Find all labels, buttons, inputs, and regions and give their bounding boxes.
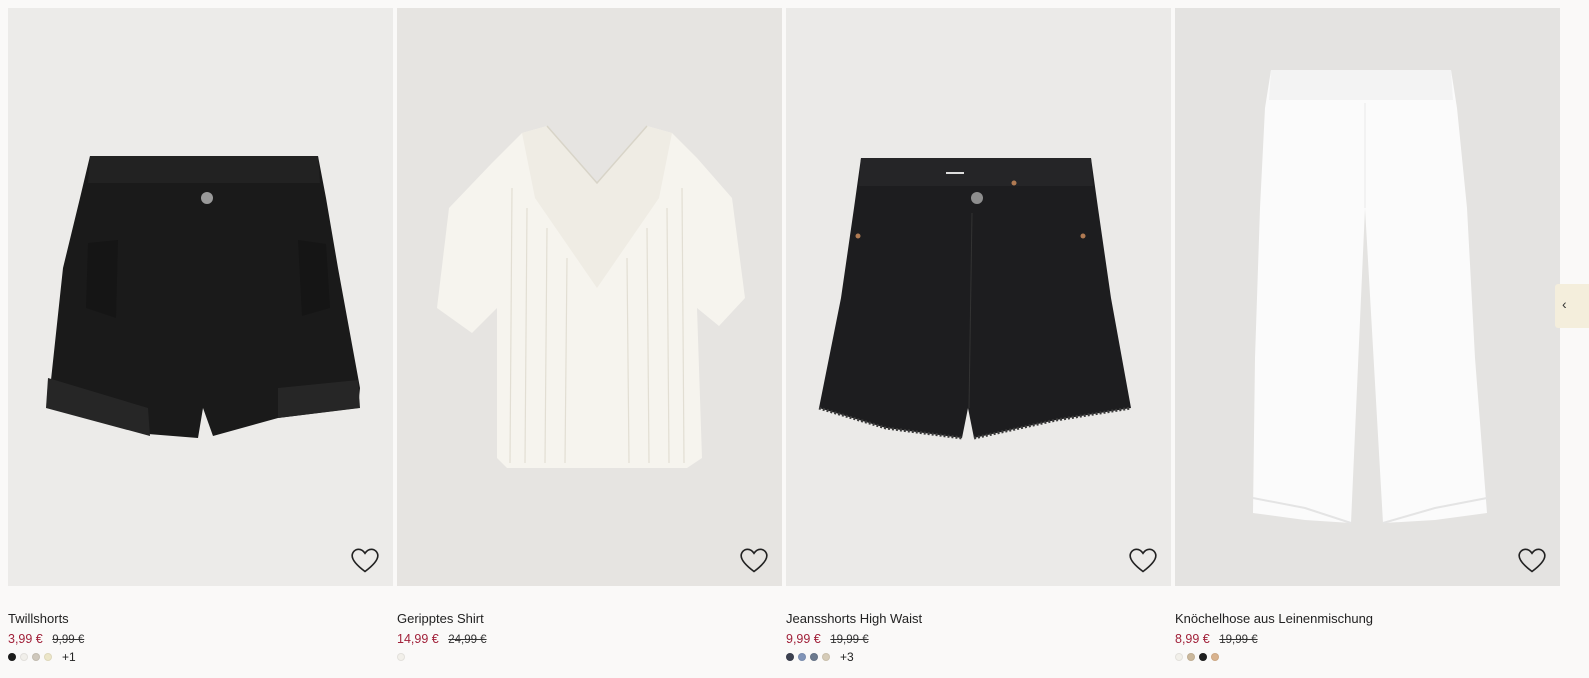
- color-swatch[interactable]: [1199, 653, 1207, 661]
- color-swatch[interactable]: [1187, 653, 1195, 661]
- product-image[interactable]: [1175, 8, 1560, 586]
- color-swatches: [397, 651, 782, 663]
- heart-outline-icon[interactable]: [1518, 548, 1546, 574]
- heart-outline-icon[interactable]: [1129, 548, 1157, 574]
- sale-price: 9,99 €: [786, 632, 821, 646]
- sale-price: 8,99 €: [1175, 632, 1210, 646]
- product-card[interactable]: Twillshorts 3,99 € 9,99 € +1: [8, 8, 393, 664]
- white-linen-trousers-image: [1252, 70, 1488, 524]
- product-grid: Twillshorts 3,99 € 9,99 € +1 Geripptes S…: [8, 8, 1560, 664]
- color-swatch[interactable]: [822, 653, 830, 661]
- color-swatch[interactable]: [20, 653, 28, 661]
- product-image[interactable]: [397, 8, 782, 586]
- product-card[interactable]: Jeansshorts High Waist 9,99 € 19,99 € +3: [786, 8, 1171, 664]
- chevron-right-icon: ‹: [1562, 296, 1567, 312]
- old-price: 19,99 €: [1219, 634, 1258, 646]
- heart-outline-icon[interactable]: [351, 548, 379, 574]
- old-price: 9,99 €: [52, 634, 85, 646]
- color-swatch[interactable]: [8, 653, 16, 661]
- denim-shorts-image: [818, 158, 1132, 440]
- product-title[interactable]: Geripptes Shirt: [397, 610, 782, 628]
- color-swatch[interactable]: [786, 653, 794, 661]
- product-prices: 14,99 € 24,99 €: [397, 631, 782, 647]
- product-info: Jeansshorts High Waist 9,99 € 19,99 € +3: [786, 586, 1171, 664]
- more-colors-count[interactable]: +3: [840, 650, 854, 664]
- product-title[interactable]: Knöchelhose aus Leinenmischung: [1175, 610, 1560, 628]
- white-ribbed-shirt-image: [437, 125, 745, 468]
- product-prices: 3,99 € 9,99 €: [8, 631, 393, 647]
- color-swatch[interactable]: [1175, 653, 1183, 661]
- product-title[interactable]: Jeansshorts High Waist: [786, 610, 1171, 628]
- color-swatch[interactable]: [44, 653, 52, 661]
- black-shorts-image: [46, 156, 360, 438]
- old-price: 24,99 €: [448, 634, 487, 646]
- color-swatch[interactable]: [810, 653, 818, 661]
- product-image[interactable]: [786, 8, 1171, 586]
- color-swatch[interactable]: [798, 653, 806, 661]
- product-prices: 9,99 € 19,99 €: [786, 631, 1171, 647]
- old-price: 19,99 €: [830, 634, 869, 646]
- product-info: Geripptes Shirt 14,99 € 24,99 €: [397, 586, 782, 663]
- more-colors-count[interactable]: +1: [62, 650, 76, 664]
- product-prices: 8,99 € 19,99 €: [1175, 631, 1560, 647]
- color-swatch[interactable]: [1211, 653, 1219, 661]
- sale-price: 14,99 €: [397, 632, 439, 646]
- color-swatches: [1175, 651, 1560, 663]
- heart-outline-icon[interactable]: [740, 548, 768, 574]
- product-info: Knöchelhose aus Leinenmischung 8,99 € 19…: [1175, 586, 1560, 663]
- color-swatches: +1: [8, 650, 393, 664]
- product-card[interactable]: Knöchelhose aus Leinenmischung 8,99 € 19…: [1175, 8, 1560, 663]
- color-swatch[interactable]: [397, 653, 405, 661]
- product-card[interactable]: Geripptes Shirt 14,99 € 24,99 €: [397, 8, 782, 663]
- sale-price: 3,99 €: [8, 632, 43, 646]
- product-title[interactable]: Twillshorts: [8, 610, 393, 628]
- product-info: Twillshorts 3,99 € 9,99 € +1: [8, 586, 393, 664]
- product-image[interactable]: [8, 8, 393, 586]
- color-swatch[interactable]: [32, 653, 40, 661]
- carousel-next-button[interactable]: ‹: [1555, 284, 1589, 328]
- color-swatches: +3: [786, 650, 1171, 664]
